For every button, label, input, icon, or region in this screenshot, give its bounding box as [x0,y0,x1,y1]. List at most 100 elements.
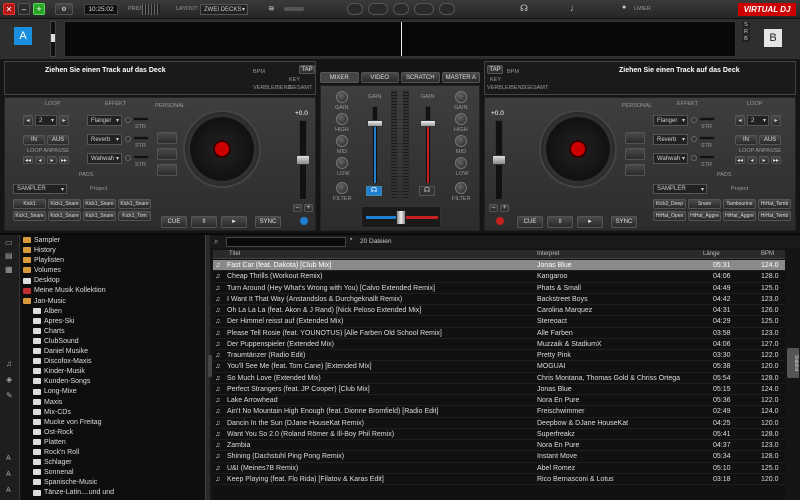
waveform-overview[interactable] [64,21,736,57]
maximize-button[interactable]: + [33,3,45,15]
tab-video[interactable]: VIDEO [360,72,399,83]
side-letter-s[interactable]: S [742,22,750,28]
tree-item[interactable]: Maxis [21,398,205,408]
deck-b-loop-prev[interactable]: ◂ [735,115,745,126]
deck-a-loop-half[interactable]: ◂ [35,156,45,164]
tree-item[interactable]: History [21,246,205,256]
deck-a-loop-prev[interactable]: ◂ [23,115,33,126]
tree-item[interactable]: Rock'n Roll [21,448,205,458]
deck-b-personal-2[interactable] [625,148,645,160]
deck-a-effect-slider-2[interactable] [133,136,149,140]
deck-b-sampler-select[interactable]: SAMPLER ▾ [653,184,707,194]
table-row[interactable]: ♫ So Much Love (Extended Mix) Chris Montan… [213,373,785,384]
mixer-a-filter-knob[interactable] [336,182,348,194]
deck-b-loop-next[interactable]: ▸ [771,115,781,126]
zoom-icon-3[interactable]: A [6,487,11,494]
headphones-icon[interactable]: ☊ [520,3,528,14]
deck-b-pause-button[interactable]: II [547,216,573,228]
deck-b-personal-1[interactable] [625,132,645,144]
tag-icon[interactable]: ◈ [6,375,12,384]
mixer-a-volume-handle[interactable] [367,120,383,127]
tree-item[interactable]: Mucke von Freitag [21,418,205,428]
deck-a-pad-6[interactable]: Kick1_Snare [48,211,81,221]
center-pad-1[interactable] [346,3,363,15]
table-row[interactable]: ♫ Dancin In the Sun (DJane HouseKat Remix… [213,418,785,429]
mixer-b-filter-knob[interactable] [455,182,467,194]
table-row[interactable]: ♫ I Want It That Way (Anstandslos & Durch… [213,294,785,305]
deck-a-pad-4[interactable]: Kick1_Snare [118,199,151,209]
mixer-b-high-knob[interactable] [455,113,467,125]
deck-b-loop-select[interactable]: 2 ▾ [747,115,769,126]
tab-scratch[interactable]: SCRATCH [401,72,440,83]
tree-item[interactable]: Kunden-Songs [21,377,205,387]
deck-a-pad-1[interactable]: Kick1 [13,199,46,209]
deck-b-pad-1[interactable]: Kick2_Deep [653,199,686,209]
col-bpm[interactable]: BPM [761,251,774,257]
tree-item[interactable]: Long-Mixe [21,387,205,397]
deck-b-pad-3[interactable]: Tambourine [723,199,756,209]
deck-a-effect-toggle-1[interactable] [125,117,131,123]
deck-b-pad-2[interactable]: Snare [688,199,721,209]
search-options-icon[interactable]: ▪ [350,236,352,243]
table-row[interactable]: ♫ U&I (Meines7B Remix) Abel Romez 05:10 125.… [213,463,785,474]
deck-a-pitch-marker[interactable] [50,21,56,57]
tree-item[interactable]: Mix-CDs [21,408,205,418]
tree-item[interactable]: Discofox-Maxis [21,357,205,367]
deck-a-loop-fwd[interactable]: ▸▸ [59,156,69,164]
filter-icon[interactable]: ▦ [5,265,13,274]
mixer-a-volume-track[interactable] [372,106,378,184]
deck-a-key-lock-icon[interactable] [300,217,308,225]
tree-item[interactable]: Platten [21,438,205,448]
deck-a-effect-slider-1[interactable] [133,117,149,121]
deck-a-loop-back[interactable]: ◂◂ [23,156,33,164]
deck-b-tap-button[interactable]: TAP [487,65,503,74]
deck-b-badge[interactable]: B [764,29,782,47]
center-pad-2[interactable] [367,3,388,15]
tree-item[interactable]: Alben [21,307,205,317]
deck-b-effect-3[interactable]: Wahwah ▾ [653,153,688,164]
tree-item[interactable]: Desktop [21,276,205,286]
deck-a-loop-out[interactable]: AUS [47,135,69,145]
mixer-a-low-knob[interactable] [336,157,348,169]
center-pad-4[interactable] [413,3,434,15]
deck-b-loop-back[interactable]: ◂◂ [735,156,745,164]
tree-item[interactable]: Tänze-Latin....und und [21,488,205,498]
sidelist-tab[interactable]: Sidelist [787,348,799,378]
table-row[interactable]: ♫ Traumtänzer (Radio Edit) Pretty Pink 03:3… [213,350,785,362]
mixer-b-mid-knob[interactable] [455,135,467,147]
table-row[interactable]: ♫ Zambia Nora En Pure 04:37 123.0 [213,440,785,452]
tab-mixer[interactable]: MIXER [320,72,359,83]
center-pad-3[interactable] [392,3,409,15]
tree-item[interactable]: Sonnenal [21,468,205,478]
tree-item[interactable]: Spanische-Music [21,478,205,488]
deck-b-key-lock-icon[interactable] [496,217,504,225]
deck-a-pad-7[interactable]: Kick1_Snare [83,211,116,221]
tree-item[interactable]: Kinder-Musik [21,367,205,377]
tab-master[interactable]: MASTER A [441,72,480,83]
deck-a-effect-toggle-2[interactable] [125,136,131,142]
deck-a-sync-button[interactable]: SYNC [255,216,281,228]
search-input[interactable] [226,237,346,247]
deck-b-pad-4[interactable]: HiHat_Temb [758,199,791,209]
table-row[interactable]: ♫ Fast Car (feat. Dakota) [Club Mix] Jonas… [213,260,785,272]
mixer-a-gain-knob[interactable] [336,91,348,103]
layout-select[interactable]: ZWEI DECKS ▾ [200,4,248,15]
deck-b-pitch-minus[interactable]: – [489,204,498,212]
deck-a-pitch-slider[interactable] [296,120,310,200]
table-row[interactable]: ♫ Cheap Thrills (Workout Remix) Kangaroo 04… [213,271,785,283]
edit-icon[interactable]: ✎ [6,391,13,400]
deck-a-pitch-plus[interactable]: + [304,204,313,212]
mic-icon[interactable]: ♩ [570,3,579,13]
deck-a-pad-2[interactable]: Kick1_Snare [48,199,81,209]
col-length[interactable]: Länge [703,251,720,257]
deck-a-cue-button[interactable]: CUE [161,216,187,228]
deck-a-personal-1[interactable] [157,132,177,144]
deck-b-loop-in[interactable]: IN [735,135,757,145]
tree-item[interactable]: Ost-Rock [21,428,205,438]
mixer-a-mid-knob[interactable] [336,135,348,147]
mixer-b-volume-track[interactable] [425,106,431,184]
zoom-icon-2[interactable]: A [6,471,11,478]
mixer-b-volume-handle[interactable] [420,120,436,127]
tree-item[interactable]: Daniel Musike [21,347,205,357]
mixer-b-headphones-button[interactable]: ☊ [419,186,435,196]
